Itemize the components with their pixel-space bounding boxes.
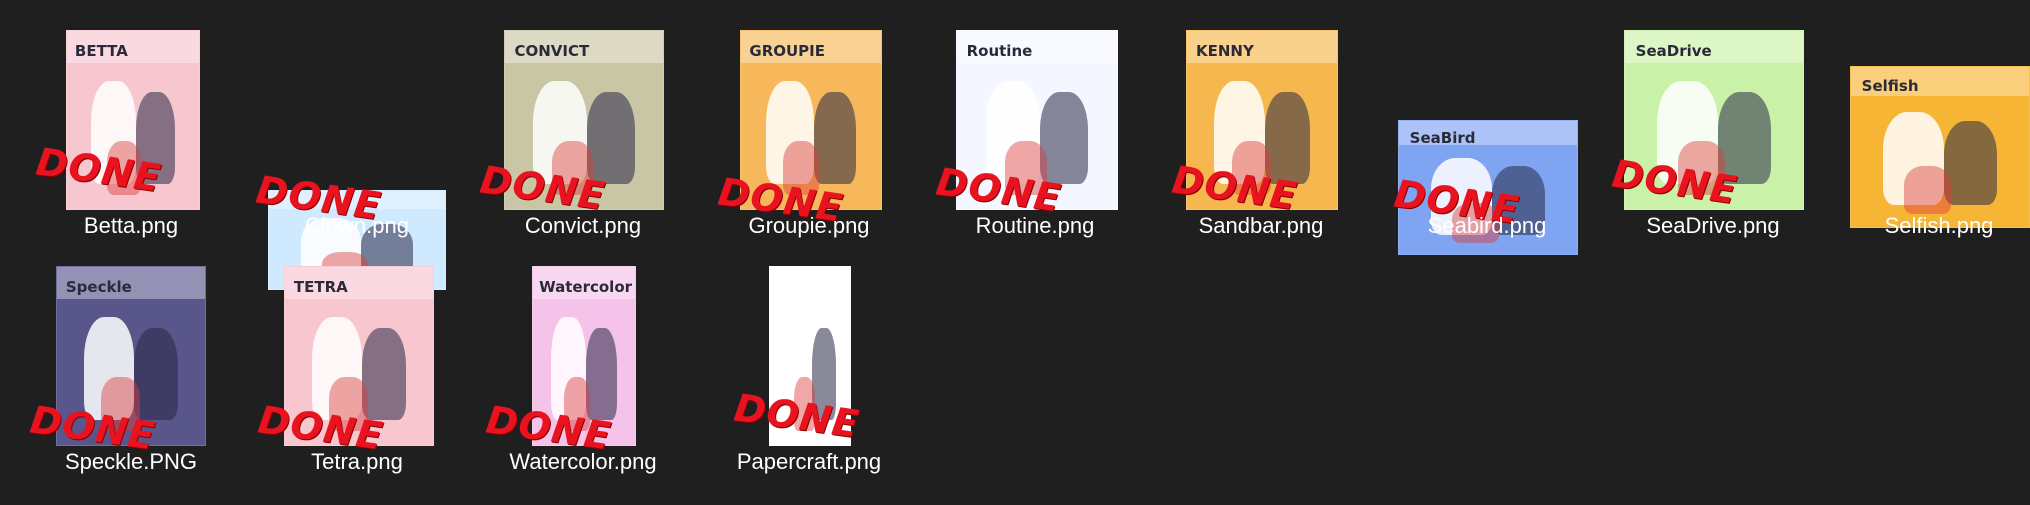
file-name-label[interactable]: Seabird.png [1374,213,1600,239]
file-item[interactable]: KENNY DONE Sandbar.png [1148,0,1374,246]
thumbnail-title: CONVICT [514,41,590,60]
thumbnail-title: Watercolor [539,277,633,296]
thumbnail-title: KENNY [1196,41,1254,60]
character-figure [813,91,856,185]
thumbnail-band [269,191,445,209]
file-name-label[interactable]: Watercolor.png [470,449,696,475]
character-figure [586,327,617,421]
character-figure [783,141,820,195]
file-item[interactable]: GROUPIE DONE Groupie.png [696,0,922,246]
character-figure [361,327,407,421]
thumbnail-title: SeaBird [1409,128,1476,147]
file-item[interactable]: TETRA DONE Tetra.png [244,236,470,482]
file-thumbnail[interactable]: SeaDrive [1624,30,1804,210]
file-thumbnail[interactable]: Watercolor [532,266,636,446]
file-thumbnail[interactable] [769,266,851,446]
file-name-label[interactable]: Papercraft.png [696,449,922,475]
thumbnail-title: TETRA [293,277,348,296]
character-figure [563,377,591,431]
character-figure [133,327,179,421]
file-thumbnail[interactable]: BETTA [66,30,200,210]
character-figure [329,377,368,431]
file-thumbnail[interactable]: TETRA [284,266,434,446]
thumbnail-title: Selfish [1861,76,1919,95]
file-item[interactable]: SeaBird DONE Seabird.png [1374,0,1600,255]
character-figure [1232,141,1271,195]
file-name-label[interactable]: SeaDrive.png [1600,213,1826,239]
character-figure [811,327,836,421]
file-item[interactable]: CONVICT DONE Convict.png [470,0,696,246]
thumbnail-title: Routine [966,41,1033,60]
character-figure [794,377,815,431]
file-item[interactable]: DONE Papercraft.png [696,236,922,482]
file-thumbnail[interactable]: Routine [956,30,1118,210]
file-item[interactable]: SeaDrive DONE SeaDrive.png [1600,0,1826,246]
character-figure [1040,91,1089,185]
thumbnail-title: SeaDrive [1635,41,1712,60]
file-item[interactable]: Watercolor DONE Watercolor.png [470,236,696,482]
thumbnail-band [770,267,850,300]
character-figure [106,141,141,195]
character-figure [1005,141,1047,195]
thumbnail-title: GROUPIE [749,41,826,60]
file-thumbnail[interactable]: CONVICT [504,30,664,210]
file-thumbnail[interactable]: Speckle [56,266,206,446]
file-name-label[interactable]: Sandbar.png [1148,213,1374,239]
character-figure [135,91,176,185]
file-name-label[interactable]: Routine.png [922,213,1148,239]
file-name-label[interactable]: Selfish.png [1826,213,2030,239]
file-thumbnail[interactable]: KENNY [1186,30,1338,210]
character-figure [587,91,635,185]
file-name-label[interactable]: Speckle.PNG [18,449,244,475]
file-name-label[interactable]: Tetra.png [244,449,470,475]
thumbnail-title: BETTA [74,41,128,60]
file-item[interactable]: BETTA DONE Betta.png [18,0,244,246]
character-figure [552,141,594,195]
file-item[interactable]: Routine DONE Routine.png [922,0,1148,246]
character-figure [1904,166,1951,215]
character-figure [1943,121,1997,205]
file-item[interactable]: DONE Clown.png [244,0,470,290]
file-item[interactable]: Speckle DONE Speckle.PNG [18,236,244,482]
file-thumbnail[interactable]: Selfish [1850,66,2030,228]
file-thumbnail[interactable]: GROUPIE [740,30,882,210]
character-figure [1265,91,1310,185]
character-figure [1678,141,1725,195]
file-item[interactable]: Selfish Selfish.png [1826,0,2030,246]
thumbnail-title: Speckle [65,277,132,296]
character-figure [101,377,140,431]
character-figure [1717,91,1771,185]
